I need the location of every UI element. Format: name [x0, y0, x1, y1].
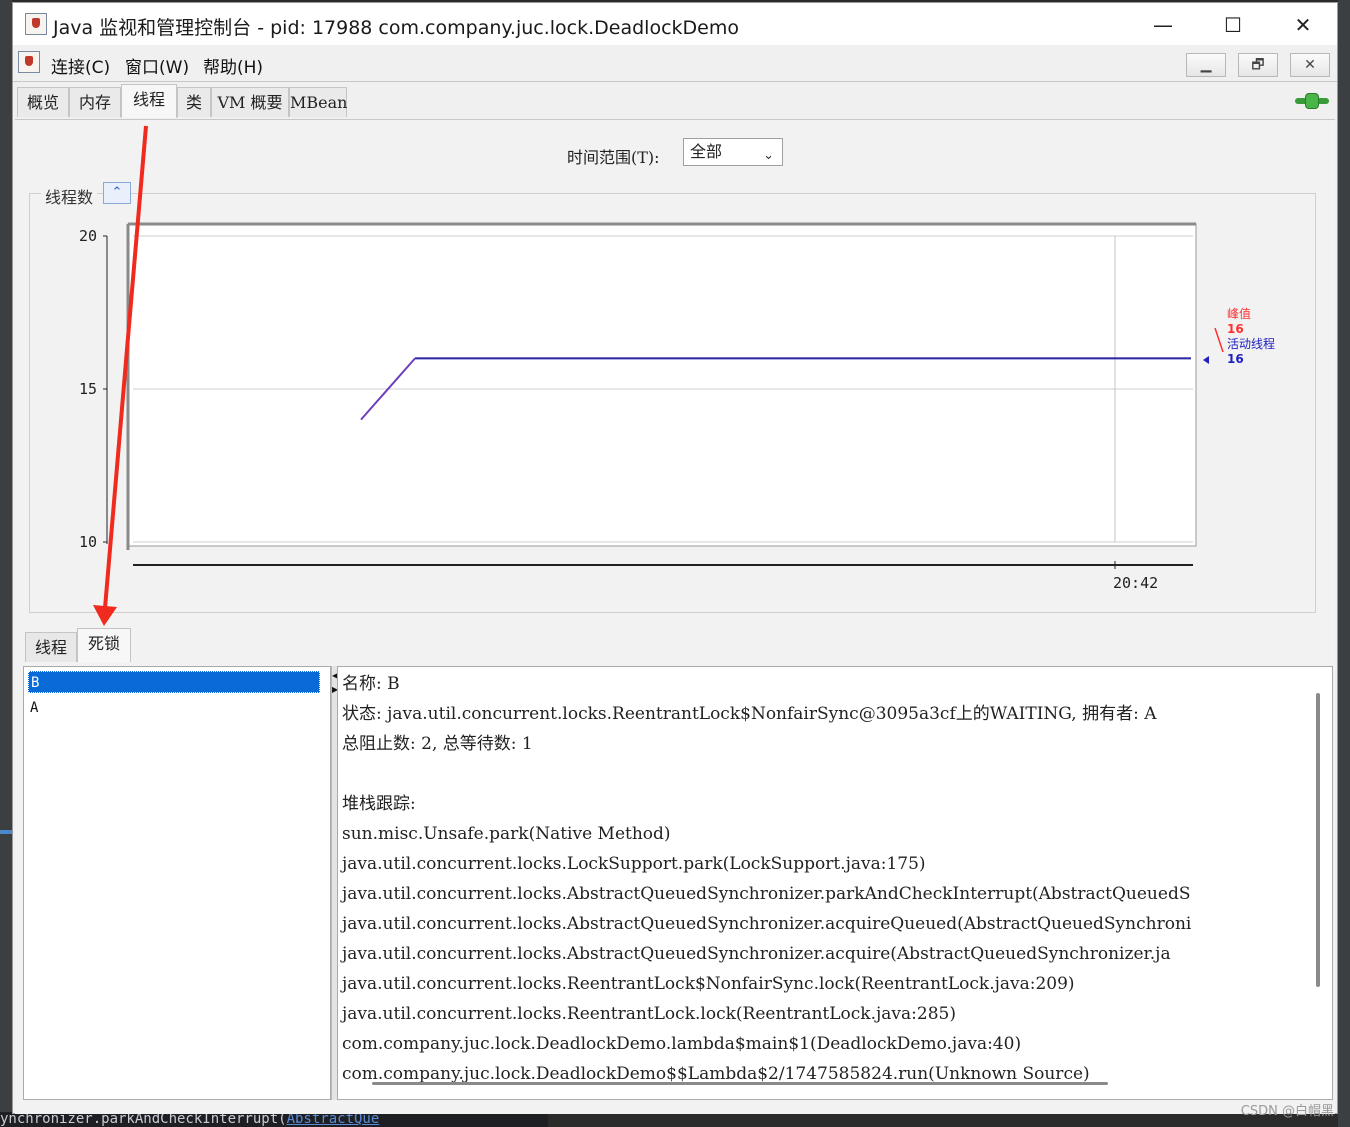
plot-area — [127, 223, 1197, 547]
stack-frame: java.util.concurrent.locks.ReentrantLock… — [342, 1004, 956, 1024]
background-left-strip — [0, 0, 12, 1112]
detail-counts: 总阻止数: 2, 总等待数: 1 — [342, 734, 533, 754]
stack-frame: com.company.juc.lock.DeadlockDemo.lambda… — [342, 1034, 1022, 1054]
tab-thread-list[interactable]: 线程 — [25, 632, 77, 662]
y-tick-label: 20 — [79, 227, 97, 245]
minimize-window-button[interactable]: — — [1141, 11, 1185, 39]
java-cup-icon — [18, 51, 40, 73]
menu-window[interactable]: 窗口(W) — [125, 53, 189, 78]
menu-bar: 连接(C) 窗口(W) 帮助(H) ▁ 🗗 ✕ — [13, 45, 1337, 82]
legend-peak-value: 16 — [1227, 322, 1244, 336]
maximize-window-button[interactable]: ☐ — [1211, 11, 1255, 39]
y-tick-label: 10 — [79, 533, 97, 551]
background-code-line: ynchronizer.parkAndCheckInterrupt(Abstra… — [0, 1112, 548, 1127]
tab-classes[interactable]: 类 — [177, 87, 211, 117]
thread-detail-text[interactable]: 名称: B 状态: java.util.concurrent.locks.Ree… — [337, 666, 1333, 1100]
deadlock-thread-list: B A — [23, 666, 331, 1100]
internal-close-button[interactable]: ✕ — [1290, 53, 1330, 77]
stack-frame: java.util.concurrent.locks.AbstractQueue… — [342, 884, 1191, 904]
y-tick-label: 15 — [79, 380, 97, 398]
thread-list-item[interactable]: A — [28, 697, 320, 719]
tab-mbean[interactable]: MBean — [289, 87, 347, 117]
peak-marker-line — [1214, 327, 1224, 353]
window-title: Java 监视和管理控制台 - pid: 17988 com.company.j… — [53, 17, 739, 39]
tab-memory[interactable]: 内存 — [69, 87, 121, 117]
background-right-strip — [1338, 0, 1350, 1127]
detail-stack-heading: 堆栈跟踪: — [342, 794, 416, 814]
y-axis-ticks: 20 15 10 — [79, 227, 107, 551]
connection-status-icon[interactable] — [1295, 93, 1329, 109]
tab-deadlock[interactable]: 死锁 — [77, 628, 131, 662]
background-left-accent — [0, 830, 12, 834]
horizontal-scrollbar[interactable] — [372, 1082, 1108, 1085]
title-bar: Java 监视和管理控制台 - pid: 17988 com.company.j… — [13, 3, 1337, 45]
tab-threads[interactable]: 线程 — [121, 84, 177, 118]
thread-count-chart: 20 15 10 20:42 峰值 16 活动线程 16 — [79, 222, 1275, 592]
threads-tab-content: 时间范围(T): 全部 ⌄ 线程数 ⌃ 201510 20:42 峰值 16 — [15, 119, 1335, 1114]
detail-state: 状态: java.util.concurrent.locks.Reentrant… — [342, 704, 1157, 724]
internal-restore-button[interactable]: 🗗 — [1238, 53, 1278, 77]
menu-connection[interactable]: 连接(C) — [51, 53, 110, 78]
vertical-scrollbar[interactable] — [1316, 693, 1320, 987]
stack-frame: java.util.concurrent.locks.AbstractQueue… — [342, 944, 1171, 964]
java-cup-icon — [25, 13, 47, 35]
legend-live-label: 活动线程 — [1227, 336, 1275, 351]
live-marker-arrow — [1203, 356, 1209, 364]
jconsole-window: Java 监视和管理控制台 - pid: 17988 com.company.j… — [12, 2, 1338, 1114]
detail-name: 名称: B — [342, 674, 400, 694]
legend-peak-label: 峰值 — [1227, 306, 1251, 321]
tab-overview[interactable]: 概览 — [17, 87, 69, 117]
menu-help[interactable]: 帮助(H) — [203, 53, 263, 78]
stack-frame: java.util.concurrent.locks.ReentrantLock… — [342, 974, 1075, 994]
watermark: CSDN @白帽黑 — [1240, 1104, 1334, 1119]
close-window-button[interactable]: ✕ — [1281, 11, 1325, 39]
legend-live-value: 16 — [1227, 352, 1244, 366]
tab-vm-summary[interactable]: VM 概要 — [211, 87, 289, 117]
x-tick-label: 20:42 — [1113, 574, 1158, 592]
stack-frame: java.util.concurrent.locks.LockSupport.p… — [342, 854, 926, 874]
stack-frame: sun.misc.Unsafe.park(Native Method) — [342, 824, 671, 844]
internal-minimize-button[interactable]: ▁ — [1186, 53, 1226, 77]
thread-list-item[interactable]: B — [28, 671, 320, 693]
stack-frame: java.util.concurrent.locks.AbstractQueue… — [342, 914, 1192, 934]
